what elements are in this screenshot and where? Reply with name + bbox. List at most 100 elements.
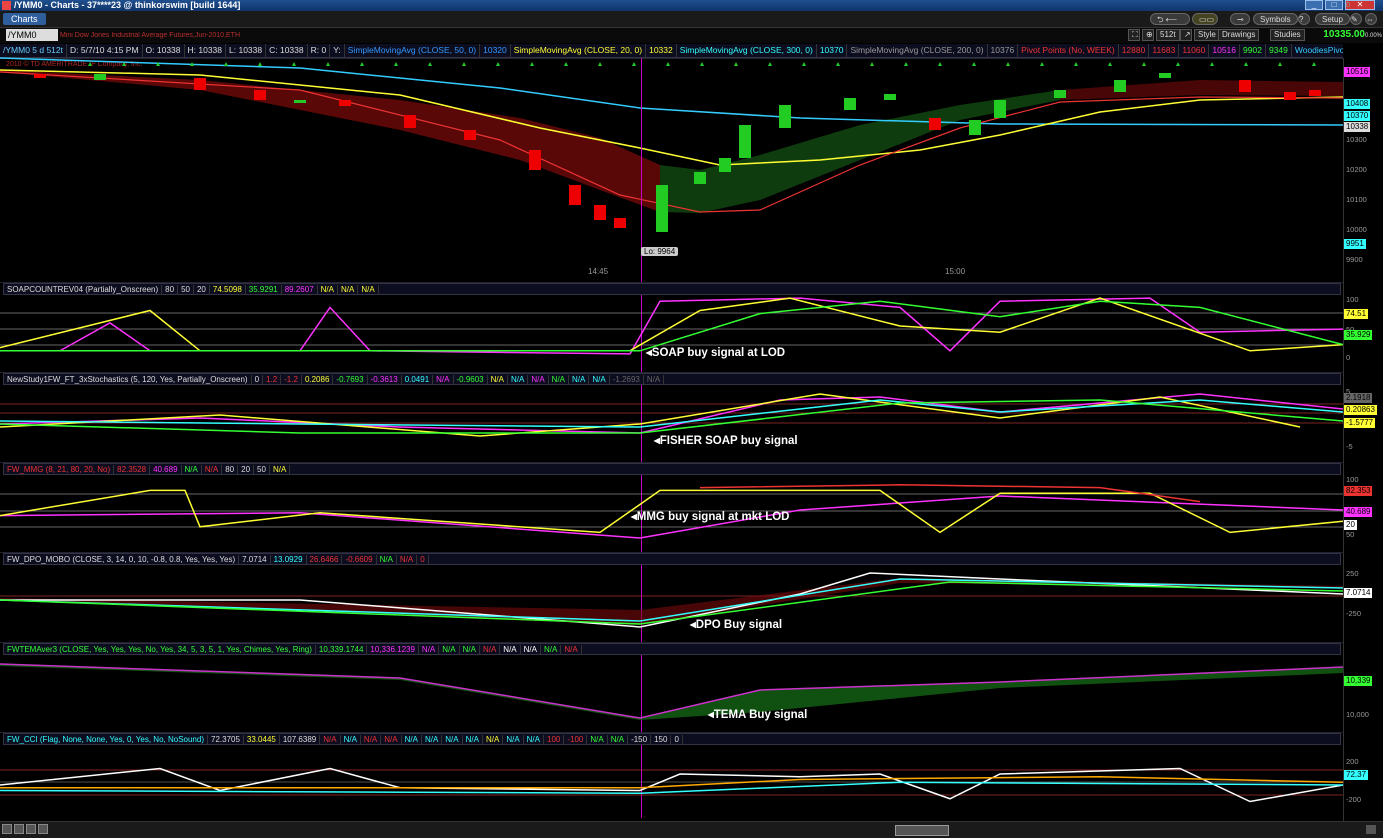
legend-item: 13.0929 (271, 555, 307, 564)
value-tag: -1.5777 (1344, 418, 1376, 428)
y-axis-label: 200 (1346, 757, 1359, 766)
legend-item: 72.3705 (208, 735, 244, 744)
candle (1284, 92, 1296, 100)
signal-marker (700, 62, 704, 66)
candle (614, 218, 626, 228)
value-tag: 40.689 (1344, 507, 1373, 517)
legend-item: N/A (439, 645, 460, 654)
legend-item: N/A (508, 375, 529, 384)
legend-item: -0.6609 (342, 555, 377, 564)
legend-item: -150 (628, 735, 652, 744)
signal-marker (972, 62, 976, 66)
expand-icon[interactable]: ⇔ (1365, 13, 1377, 25)
legend-item: 74.5098 (210, 285, 246, 294)
legend-item: 20 (238, 465, 255, 474)
legend-item: N/A (377, 555, 397, 564)
legend-item: N/A (528, 375, 549, 384)
legend-item: 50 (178, 285, 194, 294)
candle (464, 130, 476, 140)
value-tag: 35.929 (1344, 330, 1373, 340)
signal-marker (632, 62, 636, 66)
y-axis-label: -250 (1346, 609, 1362, 618)
candle (929, 118, 941, 130)
settings-icon[interactable]: ✎ (1350, 13, 1362, 25)
signal-marker (1108, 62, 1112, 66)
candle (969, 120, 981, 135)
y-axis-label: 250 (1346, 569, 1359, 578)
legend-item: 0 (671, 735, 683, 744)
signal-marker (462, 62, 466, 66)
y-axis-label: 10,000 (1346, 710, 1369, 719)
legend-item: N/A (381, 735, 402, 744)
candle (254, 90, 266, 100)
candle (529, 150, 541, 170)
legend-item: 107.6389 (280, 735, 321, 744)
reset-icon[interactable] (38, 824, 48, 834)
y-axis-label: 0 (1346, 353, 1351, 362)
signal-marker (768, 62, 772, 66)
indicator-pane-mmg (0, 462, 1343, 549)
change-percent: 0.00% (1364, 33, 1382, 39)
legend-item: N/A (644, 375, 665, 384)
candle (34, 74, 46, 78)
y-axis-label: 50 (1346, 530, 1355, 539)
legend-item: 80 (222, 465, 239, 474)
y-axis-label: -200 (1346, 795, 1362, 804)
chart-scrollbar[interactable] (0, 821, 1383, 838)
legend-item: 40.689 (150, 465, 182, 474)
signal-marker (938, 62, 942, 66)
legend-item: N/A (419, 645, 440, 654)
legend-item: N/A (587, 735, 608, 744)
zoom-out-icon[interactable] (2, 824, 12, 834)
legend-item: N/A (358, 285, 379, 294)
fit-icon[interactable] (26, 824, 36, 834)
signal-marker (1040, 62, 1044, 66)
legend-item: N/A (361, 735, 382, 744)
price-tag: 9951 (1344, 239, 1366, 249)
signal-marker (224, 62, 228, 66)
value-tag: 2.1918 (1344, 393, 1373, 403)
value-tag: 10,339 (1344, 676, 1373, 686)
value-tag: 82.353 (1344, 486, 1373, 496)
legend-item: 50 (254, 465, 270, 474)
signal-marker (1142, 62, 1146, 66)
legend-item: 10,339.1744 (316, 645, 368, 654)
signal-marker (292, 62, 296, 66)
legend-item: N/A (480, 645, 501, 654)
time-label-2: 15:00 (945, 267, 966, 276)
signal-marker (802, 62, 806, 66)
legend-item: NewStudy1FW_FT_3xStochastics (5, 120, Ye… (4, 375, 252, 384)
legend-item: N/A (397, 555, 418, 564)
y-axis-label: 10200 (1346, 165, 1367, 174)
legend-item: N/A (270, 465, 291, 474)
candle (719, 158, 731, 172)
candle (1309, 90, 1321, 96)
legend-item: N/A (182, 465, 202, 474)
value-tag: 74.51 (1344, 309, 1369, 319)
zoom-in-icon[interactable] (14, 824, 24, 834)
indicator-pane-dpo (0, 552, 1343, 639)
signal-annotation-mmg: ◂MMG buy signal at mkt LOD (631, 511, 790, 523)
legend-item: N/A (589, 375, 610, 384)
legend-item: 0 (417, 555, 429, 564)
legend-item: N/A (422, 735, 443, 744)
legend-item: N/A (500, 645, 521, 654)
scroll-right-icon[interactable] (1366, 825, 1376, 834)
legend-item: N/A (320, 735, 341, 744)
signal-annotation-tema: ◂TEMA Buy signal (708, 709, 808, 721)
signal-marker (496, 62, 500, 66)
candle (1239, 80, 1251, 92)
legend-item: 20 (194, 285, 210, 294)
legend-item: 0.2086 (302, 375, 334, 384)
legend-item: 1.2 (263, 375, 282, 384)
legend-item: N/A (338, 285, 359, 294)
legend-item: N/A (569, 375, 590, 384)
y-axis-label: 10100 (1346, 195, 1367, 204)
legend-item: N/A (488, 375, 508, 384)
legend-item: -0.7693 (333, 375, 368, 384)
legend-item: N/A (521, 645, 541, 654)
candle (739, 125, 751, 158)
legend-item: -0.9603 (454, 375, 488, 384)
scrollbar-thumb[interactable] (895, 825, 949, 836)
candle (884, 94, 896, 100)
